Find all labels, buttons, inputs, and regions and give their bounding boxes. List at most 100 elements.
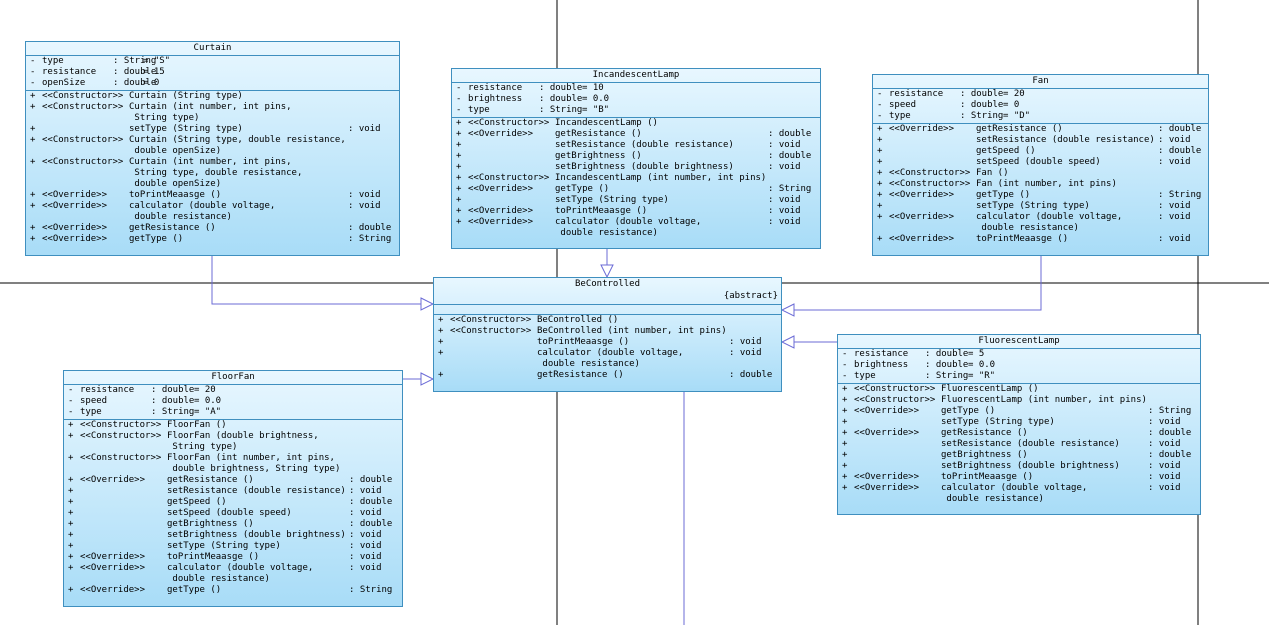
method-row[interactable]: + setBrightness (double brightness): void: [838, 461, 1200, 472]
method-row[interactable]: + setResistance (double resistance): void: [838, 439, 1200, 450]
method-row[interactable]: + <<Constructor>> Curtain (int number, int…: [26, 102, 399, 124]
method-row[interactable]: + calculator (double voltage, double resi…: [434, 348, 781, 370]
method-row[interactable]: + getSpeed (): double: [873, 146, 1208, 157]
method-row[interactable]: + <<Override>> getResistance (): double: [838, 428, 1200, 439]
method-row[interactable]: + <<Override>> calculator (double voltage,…: [452, 217, 820, 239]
method-row[interactable]: + <<Override>> getType (): String: [452, 184, 820, 195]
method-row[interactable]: + <<Constructor>> FloorFan (double brightn…: [64, 431, 402, 453]
method-row[interactable]: + <<Override>> getResistance (): double: [452, 129, 820, 140]
attribute-row[interactable]: - resistance: double = 15: [26, 67, 399, 78]
method-row[interactable]: + <<Override>> calculator (double voltage,…: [26, 201, 399, 223]
class-curtain[interactable]: Curtain - type: String = "S" - resistance: do…: [25, 41, 400, 256]
attribute-row[interactable]: - brightness: double = 0.0: [838, 360, 1200, 371]
class-fan[interactable]: Fan - resistance: double = 20- speed: double…: [872, 74, 1209, 256]
method-row[interactable]: + <<Override>> getType (): String: [838, 406, 1200, 417]
method-stereotype: <<Override>>: [889, 234, 955, 244]
method-stereotype: <<Constructor>>: [854, 395, 936, 405]
method-stereotype: <<Override>>: [42, 190, 108, 200]
method-row[interactable]: + <<Override>> getType (): String: [873, 190, 1208, 201]
attribute-row[interactable]: - resistance: double = 10: [452, 83, 820, 94]
method-row[interactable]: + <<Override>> calculator (double voltage,…: [64, 563, 402, 585]
method-signature: getBrightness (): [167, 519, 254, 529]
attribute-default: = 0: [1003, 100, 1020, 110]
method-row[interactable]: + setSpeed (double speed): void: [64, 508, 402, 519]
method-row[interactable]: + <<Constructor>> Fan (): [873, 168, 1208, 179]
method-row[interactable]: + getBrightness (): double: [838, 450, 1200, 461]
method-row[interactable]: + <<Constructor>> FluorescentLamp (): [838, 384, 1200, 395]
method-row[interactable]: + <<Override>> getResistance (): double: [873, 124, 1208, 135]
method-row[interactable]: + setBrightness (double brightness): void: [64, 530, 402, 541]
method-return-type: : void: [1158, 201, 1191, 211]
method-row[interactable]: + setType (String type): void: [64, 541, 402, 552]
attribute-visibility: -: [456, 83, 462, 93]
method-row[interactable]: + setResistance (double resistance): void: [64, 486, 402, 497]
class-incandescentlamp[interactable]: IncandescentLamp - resistance: double = 10-…: [451, 68, 821, 249]
attribute-row[interactable]: - openSize: double = 0: [26, 78, 399, 89]
attribute-visibility: -: [68, 407, 74, 417]
method-row[interactable]: + setResistance (double resistance): void: [452, 140, 820, 151]
method-row[interactable]: + setType (String type): void: [873, 201, 1208, 212]
method-row[interactable]: + <<Override>> calculator (double voltage,…: [838, 483, 1200, 505]
method-visibility: +: [842, 406, 848, 416]
method-visibility: +: [456, 162, 462, 172]
method-row[interactable]: + toPrintMeaasge (): void: [434, 337, 781, 348]
class-fluorescentlamp[interactable]: FluorescentLamp - resistance: double = 5- br…: [837, 334, 1201, 515]
method-visibility: +: [68, 563, 74, 573]
method-visibility: +: [438, 348, 444, 358]
method-row[interactable]: + setType (String type): void: [838, 417, 1200, 428]
method-row[interactable]: + setSpeed (double speed): void: [873, 157, 1208, 168]
method-stereotype: <<Override>>: [889, 190, 955, 200]
attribute-default: = 0.0: [968, 360, 996, 370]
attribute-row[interactable]: - speed: double = 0.0: [64, 396, 402, 407]
method-row[interactable]: + <<Override>> getType (): String: [26, 234, 399, 245]
method-row[interactable]: + <<Constructor>> FloorFan (int number, in…: [64, 453, 402, 475]
method-row[interactable]: + setType (String type): void: [452, 195, 820, 206]
attribute-row[interactable]: - type: String = "R": [838, 371, 1200, 382]
attribute-row[interactable]: - resistance: double = 5: [838, 349, 1200, 360]
method-row[interactable]: + getBrightness (): double: [64, 519, 402, 530]
method-row[interactable]: + <<Override>> toPrintMeaasge (): void: [64, 552, 402, 563]
method-row[interactable]: + setBrightness (double brightness): void: [452, 162, 820, 173]
class-floorfan[interactable]: FloorFan - resistance: double = 20- speed: d…: [63, 370, 403, 607]
attribute-row[interactable]: - speed: double = 0: [873, 100, 1208, 111]
method-row[interactable]: + <<Constructor>> Fan (int number, int pin…: [873, 179, 1208, 190]
attribute-visibility: -: [842, 371, 848, 381]
method-row[interactable]: + setType (String type): void: [26, 124, 399, 135]
attribute-row[interactable]: - type: String = "D": [873, 111, 1208, 122]
method-visibility: +: [68, 541, 74, 551]
method-row[interactable]: + <<Constructor>> IncandescentLamp (): [452, 118, 820, 129]
method-row[interactable]: + <<Constructor>> BeControlled (int number…: [434, 326, 781, 337]
attribute-visibility: -: [30, 56, 36, 66]
method-row[interactable]: + getSpeed (): double: [64, 497, 402, 508]
method-visibility: +: [456, 129, 462, 139]
method-row[interactable]: + <<Override>> toPrintMeaasge (): void: [838, 472, 1200, 483]
method-row[interactable]: + <<Constructor>> Curtain (int number, int…: [26, 157, 399, 190]
method-row[interactable]: + getResistance (): double: [434, 370, 781, 381]
method-visibility: +: [842, 483, 848, 493]
attribute-row[interactable]: - type: String = "S": [26, 56, 399, 67]
class-becontrolled[interactable]: BeControlled {abstract} + <<Constructor>> Be…: [433, 277, 782, 392]
method-row[interactable]: + getBrightness (): double: [452, 151, 820, 162]
method-stereotype: <<Constructor>>: [854, 384, 936, 394]
method-row[interactable]: + <<Constructor>> BeControlled (): [434, 315, 781, 326]
method-row[interactable]: + <<Override>> calculator (double voltage,…: [873, 212, 1208, 234]
method-row[interactable]: + <<Constructor>> Curtain (String type): [26, 91, 399, 102]
method-row[interactable]: + <<Constructor>> FluorescentLamp (int num…: [838, 395, 1200, 406]
method-signature: getType (): [129, 234, 184, 244]
method-row[interactable]: + <<Constructor>> IncandescentLamp (int nu…: [452, 173, 820, 184]
method-row[interactable]: + <<Override>> toPrintMeaasge (): void: [452, 206, 820, 217]
method-row[interactable]: + <<Override>> getResistance (): double: [64, 475, 402, 486]
attribute-row[interactable]: - type: String = "A": [64, 407, 402, 418]
attribute-row[interactable]: - resistance: double = 20: [64, 385, 402, 396]
method-row[interactable]: + <<Override>> toPrintMeaasge (): void: [26, 190, 399, 201]
method-row[interactable]: + <<Constructor>> Curtain (String type, do…: [26, 135, 399, 157]
method-row[interactable]: + <<Constructor>> FloorFan (): [64, 420, 402, 431]
attribute-default: = "A": [194, 407, 222, 417]
method-row[interactable]: + <<Override>> getResistance (): double: [26, 223, 399, 234]
method-row[interactable]: + <<Override>> getType (): String: [64, 585, 402, 596]
method-row[interactable]: + <<Override>> toPrintMeaasge (): void: [873, 234, 1208, 245]
attribute-row[interactable]: - type: String = "B": [452, 105, 820, 116]
attribute-row[interactable]: - resistance: double = 20: [873, 89, 1208, 100]
attribute-row[interactable]: - brightness: double = 0.0: [452, 94, 820, 105]
method-row[interactable]: + setResistance (double resistance): void: [873, 135, 1208, 146]
